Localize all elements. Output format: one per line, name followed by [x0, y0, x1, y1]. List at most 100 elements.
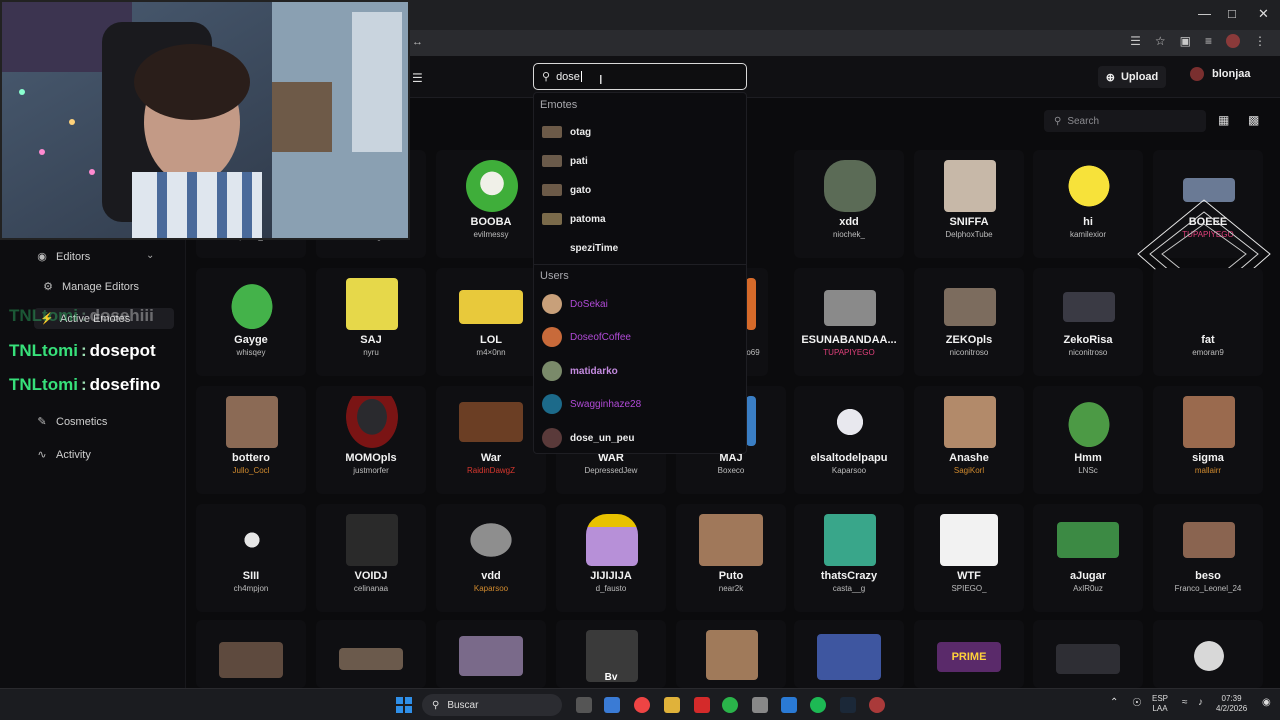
emote-card[interactable]	[794, 620, 904, 688]
store-icon[interactable]	[604, 697, 620, 713]
emote-card[interactable]: Bv	[556, 620, 666, 688]
sidebar-item-manage-editors[interactable]: ⚙ Manage Editors	[42, 280, 139, 294]
emote-owner: kamilexior	[1069, 230, 1106, 239]
chat-text: dosehiii	[89, 306, 154, 325]
task-view-icon[interactable]	[576, 697, 592, 713]
app-icon[interactable]	[694, 697, 710, 713]
emote-card[interactable]: xdd niochek_	[794, 150, 904, 258]
chat-message: TNLtomi: dosehiii	[9, 306, 154, 326]
dropdown-divider	[534, 264, 746, 265]
maximize-icon[interactable]: □	[1228, 6, 1236, 21]
emote-card[interactable]: SNIFFA DelphoxTube	[914, 150, 1024, 258]
spotify-icon[interactable]	[810, 697, 826, 713]
windows-start-icon[interactable]	[396, 697, 412, 713]
volume-icon[interactable]: ♪	[1198, 697, 1203, 708]
emote-name: elsaltodelpapu	[810, 452, 888, 464]
user-suggestion[interactable]: dose_un_peu	[542, 425, 742, 451]
emote-card[interactable]: beso Franco_Leonel_24	[1153, 504, 1263, 612]
emote-card[interactable]: elsaltodelpapu Kaparsoo	[794, 386, 904, 494]
emote-card[interactable]: SAJ nyru	[316, 268, 426, 376]
sidebar-item-editors[interactable]: ◉ Editors	[36, 250, 90, 264]
extensions-icon[interactable]: ▣	[1180, 34, 1191, 48]
emote-card[interactable]	[436, 620, 546, 688]
emote-card[interactable]: PRIME	[914, 620, 1024, 688]
star-icon[interactable]: ☆	[1155, 34, 1166, 48]
emote-card[interactable]: ESUNABANDAA... TUPAPIYEGO	[794, 268, 904, 376]
emote-card[interactable]: WTF SPIEGO_	[914, 504, 1024, 612]
user-suggestion[interactable]: DoSekai	[542, 291, 742, 317]
user-suggestion[interactable]: Swagginhaze28	[542, 391, 742, 417]
notification-icon[interactable]: ◉	[1262, 697, 1271, 708]
emote-image	[940, 514, 998, 566]
whatsapp-icon[interactable]	[722, 697, 738, 713]
emote-card[interactable]: fat emoran9	[1153, 268, 1263, 376]
user-suggestion[interactable]: DoseofCoffee	[542, 324, 742, 350]
emote-card[interactable]: aJugar AxlR0uz	[1033, 504, 1143, 612]
wifi-icon[interactable]: ≈	[1182, 697, 1188, 708]
close-icon[interactable]: ✕	[1258, 6, 1269, 22]
grid-view-icon[interactable]: ▦	[1218, 113, 1229, 127]
emote-card[interactable]: BOOBA evilmessy	[436, 150, 546, 258]
user-menu[interactable]: blonjaa	[1190, 67, 1251, 81]
clock[interactable]: 07:39 4/2/2026	[1216, 694, 1247, 714]
taskbar-search[interactable]: ⚲ Buscar	[422, 694, 562, 716]
app-icon[interactable]	[781, 697, 797, 713]
more-icon[interactable]: ⋮	[1254, 34, 1266, 48]
emote-suggestion[interactable]: patoma	[542, 206, 742, 232]
chevron-down-icon[interactable]: ⌄	[146, 250, 154, 261]
file-explorer-icon[interactable]	[664, 697, 680, 713]
user-suggestion[interactable]: matidarko	[542, 358, 742, 384]
emote-suggestion[interactable]: pati	[542, 148, 742, 174]
webcam-overlay	[0, 0, 410, 240]
emote-card[interactable]: hi kamilexior	[1033, 150, 1143, 258]
emote-card[interactable]: ZEKOpls niconitroso	[914, 268, 1024, 376]
emote-card[interactable]: thatsCrazy casta__g	[794, 504, 904, 612]
emote-card[interactable]	[1033, 620, 1143, 688]
playlist-icon[interactable]: ≡	[1205, 34, 1212, 48]
emote-card[interactable]: Gayge whisqey	[196, 268, 306, 376]
chevron-up-icon[interactable]: ⌃	[1110, 697, 1118, 708]
emote-card[interactable]: MOMOpls justmorfer	[316, 386, 426, 494]
emote-card[interactable]: vdd Kaparsoo	[436, 504, 546, 612]
emote-card[interactable]: SIII ch4mpjon	[196, 504, 306, 612]
sidebar-item-cosmetics[interactable]: ✎ Cosmetics	[36, 415, 107, 429]
user-circle-icon: ◉	[37, 251, 47, 263]
hamburger-icon[interactable]: ☰	[412, 71, 423, 85]
emote-card[interactable]: JIJIJIJA d_fausto	[556, 504, 666, 612]
emote-card[interactable]	[196, 620, 306, 688]
profile-avatar[interactable]	[1226, 34, 1240, 48]
emote-card[interactable]	[676, 620, 786, 688]
emote-card[interactable]: sigma mallairr	[1153, 386, 1263, 494]
emote-card[interactable]: War RaidinDawgZ	[436, 386, 546, 494]
gallery-search-input[interactable]: ⚲ Search	[1044, 110, 1206, 132]
settings-icon[interactable]	[752, 697, 768, 713]
browser-toolbar-icons: ☰ ☆ ▣ ≡ ⋮	[1130, 34, 1266, 48]
sidebar-item-activity[interactable]: ∿ Activity	[36, 448, 90, 462]
emote-card[interactable]: Puto near2k	[676, 504, 786, 612]
emote-card[interactable]: Anashe SagiKorl	[914, 386, 1024, 494]
search-suggestions-dropdown: Emotes otag pati gato patoma speziTime U…	[533, 92, 747, 454]
emote-suggestion[interactable]: speziTime	[542, 235, 742, 261]
emote-suggestion[interactable]: otag	[542, 119, 742, 145]
emote-card[interactable]: LOL m4×0nn	[436, 268, 546, 376]
compact-grid-icon[interactable]: ▩	[1248, 113, 1259, 127]
back-icon[interactable]: ↔	[412, 36, 423, 48]
emote-card[interactable]: bottero Jullo_Cocl	[196, 386, 306, 494]
microphone-icon[interactable]: ☉	[1132, 696, 1142, 709]
language-indicator[interactable]: ESP LAA	[1152, 694, 1168, 714]
emote-card[interactable]: Hmm LNSc	[1033, 386, 1143, 494]
steam-icon[interactable]	[840, 697, 856, 713]
emote-card[interactable]	[1153, 620, 1263, 688]
emote-card[interactable]: VOIDJ celinanaa	[316, 504, 426, 612]
app-icon[interactable]	[869, 697, 885, 713]
translate-icon[interactable]: ☰	[1130, 34, 1141, 48]
emote-image	[1183, 522, 1235, 558]
emote-search-input[interactable]: ⚲ dose	[533, 63, 747, 90]
chrome-icon[interactable]	[634, 697, 650, 713]
emote-card[interactable]: ZekoRisa niconitroso	[1033, 268, 1143, 376]
upload-button[interactable]: ⊕ Upload	[1098, 66, 1166, 88]
emote-thumbnail	[542, 155, 562, 167]
emote-suggestion[interactable]: gato	[542, 177, 742, 203]
minimize-icon[interactable]: —	[1198, 6, 1211, 21]
emote-card[interactable]	[316, 620, 426, 688]
